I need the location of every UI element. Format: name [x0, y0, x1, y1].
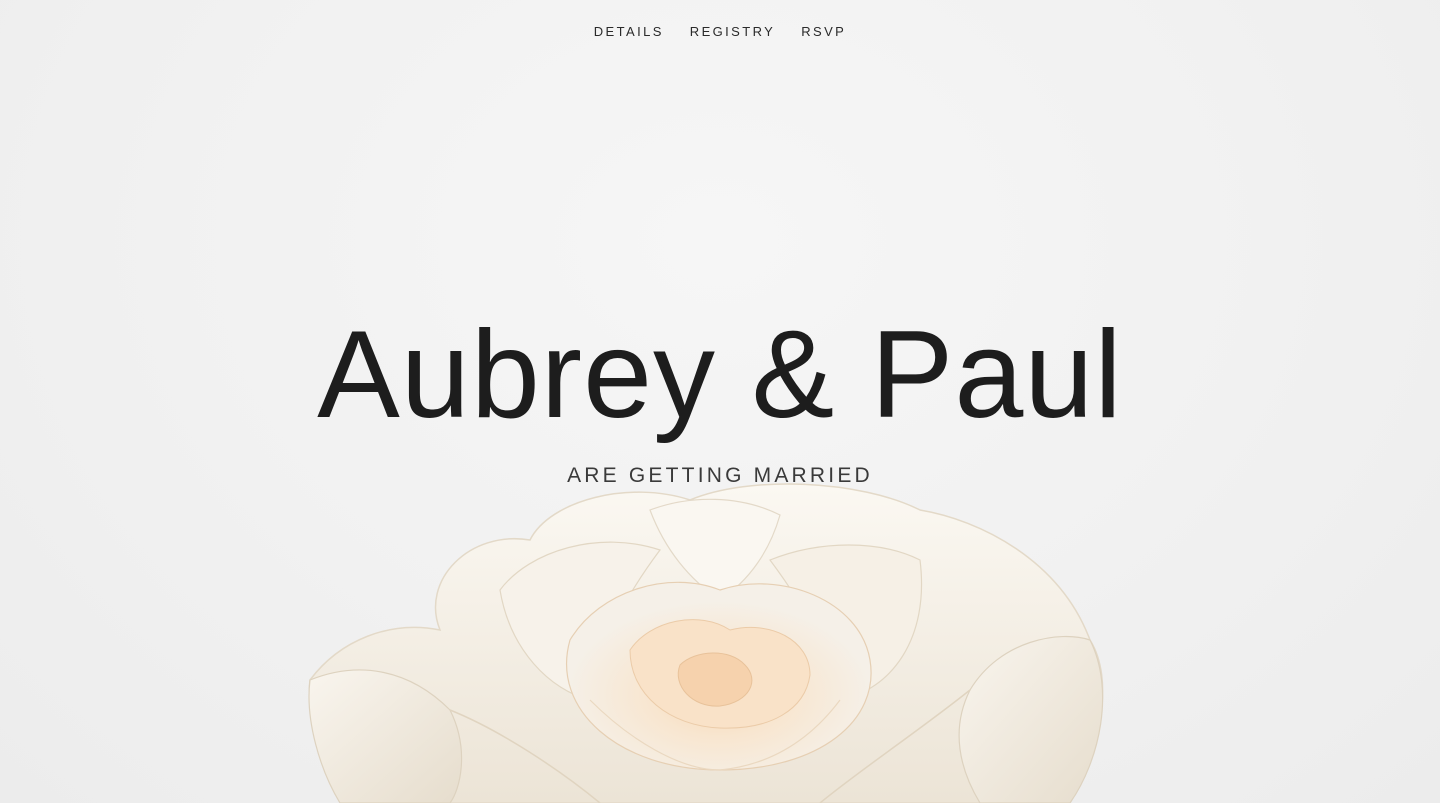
nav-link-rsvp[interactable]: RSVP — [788, 22, 859, 41]
wedding-landing-page: DETAILS REGISTRY RSVP Aubrey & Paul ARE … — [0, 0, 1440, 803]
top-navigation: DETAILS REGISTRY RSVP — [0, 22, 1440, 41]
white-rose-image — [308, 483, 1104, 803]
couple-names-heading: Aubrey & Paul — [317, 306, 1123, 444]
nav-link-details[interactable]: DETAILS — [581, 22, 677, 41]
nav-link-registry[interactable]: REGISTRY — [677, 22, 788, 41]
hero-subtitle: ARE GETTING MARRIED — [567, 464, 873, 487]
